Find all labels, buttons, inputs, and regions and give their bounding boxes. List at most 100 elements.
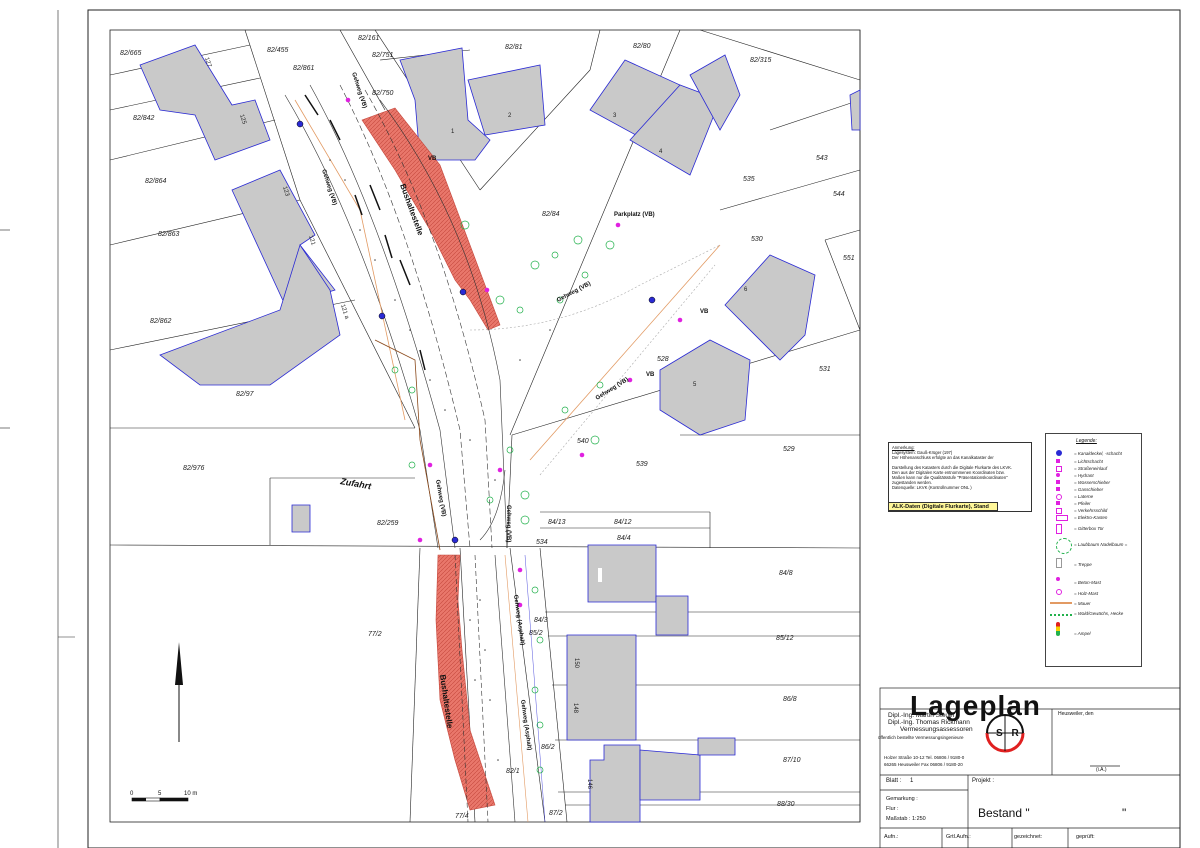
legend-item: = Kanaldeckel, -schacht [1074,451,1122,456]
parcel-label: 82/1 [506,768,520,775]
parcel-label: 82/863 [158,231,180,238]
alk-data-label: ALK-Daten (Digitale Flurkarte), Stand [888,502,998,511]
legend-panel: Legende: = Kanaldeckel, -schacht = Licht… [1045,433,1142,667]
parcel-label: 531 [819,366,831,373]
address-line: 66265 Heusweiler Fax 06806 / 9180-20 [884,762,963,767]
electric-box-icon [1056,515,1068,521]
parcel-label: 539 [636,461,648,468]
parcel-label: 82/842 [133,115,155,122]
parcel-label: 86/2 [541,744,555,751]
parcel-label: 82/864 [145,178,167,185]
legend-item: = Holz-Mast [1074,591,1099,596]
water-valve-icon [1056,480,1060,484]
north-arrow-icon [175,642,183,742]
scale-label-0: 0 [130,791,134,797]
gehweg-label: Gehweg (VB) [320,169,337,206]
parcel-label: 82/161 [358,35,380,42]
street-inlet-icon [1056,466,1062,472]
parcel-label: 82/455 [267,47,289,54]
aufn-label: Aufn.: [884,834,899,840]
parcel-label: 82/97 [236,391,255,398]
massstab-label: Maßstab : 1:250 [886,816,926,822]
gehweg-label: Gehweg (VB) [556,281,592,304]
parcel-label: 82/750 [372,90,394,97]
stairs-icon [1056,558,1062,568]
house-number: 148 [572,703,578,714]
gehweg-label: Gehweg (VB) [505,505,511,542]
parcel-label: 77/2 [368,631,382,638]
scale-labels: 0 5 10 m [130,791,197,797]
parcel-label: 84/4 [617,535,631,542]
house-number: 150 [573,658,579,669]
traffic-light-icon [1056,622,1060,636]
parcel-label: 84/13 [548,519,566,526]
bestand-end: " [1122,806,1127,820]
parcel-label: 82/861 [293,65,315,72]
legend-item: = Wasserschieber [1074,480,1111,485]
legend-item: = Pfeiler [1074,501,1091,506]
parcel-label: 82/80 [633,43,651,50]
parcel-label: 528 [657,356,669,363]
parcel-label: 84/8 [779,570,793,577]
parcel-label: 82/751 [372,52,394,59]
plan-sheet: 0 5 10 m 82/161 82/455 82/751 82/81 82/8… [0,0,1200,848]
bus-stop-areas [361,107,501,811]
wall-icon [1050,602,1072,604]
parcel-label: 82/81 [505,44,523,51]
parcel-label: 82/84 [542,211,560,218]
firm-line: Vermessungsassessoren [900,726,973,733]
legend-item: = Beton-Mast [1074,580,1101,585]
parcel-label: 82/862 [150,318,172,325]
flur-label: Flur : [886,806,899,812]
gehweg-label: Gehweg (Asphalt) [512,594,525,645]
legend-item: = Laubbaum Nadelbaum = [1074,542,1128,547]
vb-label: VB [428,156,437,162]
firm-line: Dipl.-Ing. Martin Steuer [888,712,955,719]
light-shaft-icon [1056,459,1060,463]
projekt-label: Projekt : [972,778,995,784]
legend-item: = Ampel [1074,631,1091,636]
gemarkung-label: Gemarkung : [886,796,918,802]
legend-item: = Laterne [1074,494,1094,499]
note-line: Datenquelle: LKVK (Kontrollnummer ONL ) [892,485,972,490]
parcel-label: 85/2 [529,630,543,637]
parcel-label: 82/665 [120,50,142,57]
ortl-aufn-label: Grtl.Aufn.: [946,834,971,840]
legend-item: = Elektro-Kasten [1074,515,1108,520]
parcel-label: 85/12 [776,635,794,642]
wood-mast-icon [1056,589,1062,595]
gezeichnet-label: gezeichnet: [1014,834,1043,840]
blatt-value: 1 [910,778,914,784]
legend-item: = Gitterbox Tor [1074,526,1104,531]
vb-label: VB [646,372,655,378]
scale-label-10: 10 m [184,791,197,797]
house-number: 146 [586,779,592,790]
gas-valve-icon [1056,487,1060,491]
gehweg-label: Gehweg (VB) [350,72,367,109]
firm-line: öffentlich bestellte Vermessungsingenieu… [878,735,964,740]
place-label: Heusweiler, den [1058,711,1094,717]
signature-label: (i.A.) [1096,767,1107,773]
road-lines [284,84,721,823]
vb-label: VB [700,309,709,315]
parcel-label: 543 [816,155,828,162]
concrete-mast-icon [1056,577,1060,581]
legend-item: = Mauer [1074,601,1091,606]
manhole-icon [1056,450,1062,456]
house-number: 121 a [339,304,350,321]
scale-bar [131,797,189,802]
blatt-label: Blatt : [886,778,902,784]
hedge-icon [1050,610,1072,616]
title-block: Lageplan Dipl.-Ing. Martin Steuer Dipl.-… [878,688,1180,848]
legend-item: = Hydrant [1074,473,1094,478]
parcel-label: 544 [833,191,845,198]
parcel-label: 86/8 [783,696,797,703]
pillar-icon [1056,501,1060,505]
logo-text: S R [996,728,1022,739]
parcel-label: 82/259 [377,520,399,527]
parcel-label: 84/3 [534,617,548,624]
street-labels: Gehweg (VB) Gehweg (VB) Gehweg (VB) Gehw… [320,72,709,751]
hydrant-icon [1056,473,1060,477]
scale-label-5: 5 [158,791,162,797]
house-number: 121 [307,235,316,247]
